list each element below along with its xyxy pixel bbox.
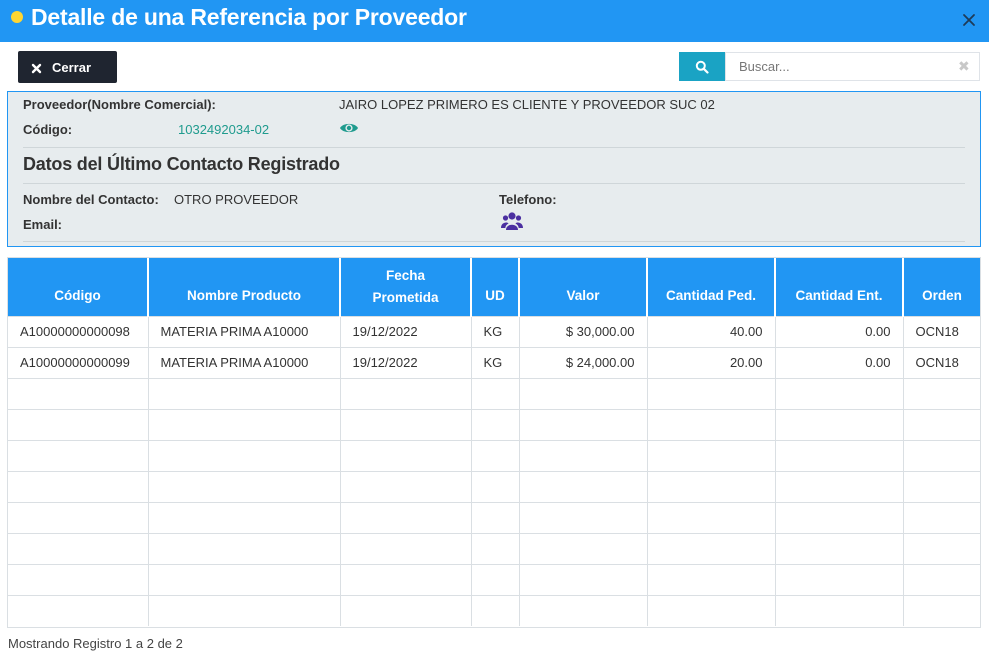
close-button[interactable]: Cerrar — [18, 51, 117, 83]
provider-name-value: JAIRO LOPEZ PRIMERO ES CLIENTE Y PROVEED… — [339, 97, 715, 112]
cell-cantidad-ped: 40.00 — [647, 315, 776, 348]
cell-ud: KG — [471, 347, 520, 379]
users-icon[interactable] — [501, 211, 523, 231]
column-header-valor[interactable]: Valor — [519, 258, 648, 316]
contact-name-label: Nombre del Contacto: — [23, 192, 159, 207]
status-dot-icon — [11, 11, 23, 23]
close-window-icon[interactable] — [961, 12, 977, 28]
table-row[interactable]: A10000000000099 MATERIA PRIMA A10000 19/… — [8, 347, 980, 379]
column-header-cantidad-ent[interactable]: Cantidad Ent. — [775, 258, 904, 316]
close-button-label: Cerrar — [52, 59, 92, 75]
cell-valor: $ 24,000.00 — [519, 347, 648, 379]
column-header-fecha-prometida[interactable]: Fecha Prometida — [340, 258, 472, 316]
column-header-orden[interactable]: Orden — [903, 258, 980, 316]
search-button[interactable] — [679, 52, 725, 81]
contact-name-value: OTRO PROVEEDOR — [174, 192, 299, 207]
title-bar: Detalle de una Referencia por Proveedor — [0, 0, 989, 42]
cell-cantidad-ent: 0.00 — [775, 347, 904, 379]
cell-codigo: A10000000000099 — [8, 347, 149, 379]
empty-row — [8, 595, 980, 626]
contact-section-title: Datos del Último Contacto Registrado — [23, 154, 340, 174]
empty-row — [8, 471, 980, 503]
column-header-nombre-producto[interactable]: Nombre Producto — [148, 258, 341, 316]
cell-orden: OCN18 — [903, 347, 980, 379]
column-header-ud[interactable]: UD — [471, 258, 520, 316]
pagination-status: Mostrando Registro 1 a 2 de 2 — [8, 636, 183, 651]
clear-search-icon[interactable]: ✖ — [958, 58, 970, 74]
provider-code-link[interactable]: 1032492034-02 — [178, 122, 269, 137]
table-header-row: Código Nombre Producto Fecha Prometida U… — [8, 258, 980, 316]
table-row[interactable]: A10000000000098 MATERIA PRIMA A10000 19/… — [8, 315, 980, 348]
close-icon — [31, 63, 42, 73]
cell-cantidad-ped: 20.00 — [647, 347, 776, 379]
search-icon — [695, 60, 709, 74]
empty-row — [8, 533, 980, 565]
window-title: Detalle de una Referencia por Proveedor — [31, 4, 467, 30]
cell-fecha-prometida: 19/12/2022 — [340, 347, 472, 379]
divider — [23, 183, 965, 184]
cell-codigo: A10000000000098 — [8, 315, 149, 348]
column-header-codigo[interactable]: Código — [8, 258, 149, 316]
cell-orden: OCN18 — [903, 315, 980, 348]
divider — [23, 147, 965, 148]
empty-row — [8, 502, 980, 534]
eye-icon[interactable] — [339, 120, 359, 136]
provider-info-panel: Proveedor(Nombre Comercial): JAIRO LOPEZ… — [7, 91, 981, 247]
column-header-fecha-prometida-label: Fecha Prometida — [372, 267, 439, 305]
cell-nombre-producto: MATERIA PRIMA A10000 — [148, 347, 341, 379]
cell-valor: $ 30,000.00 — [519, 315, 648, 348]
empty-row — [8, 564, 980, 596]
cell-ud: KG — [471, 315, 520, 348]
cell-cantidad-ent: 0.00 — [775, 315, 904, 348]
empty-row — [8, 409, 980, 441]
contact-email-label: Email: — [23, 217, 63, 232]
empty-row — [8, 378, 980, 410]
cell-fecha-prometida: 19/12/2022 — [340, 315, 472, 348]
references-grid: Código Nombre Producto Fecha Prometida U… — [7, 257, 981, 628]
provider-name-label: Proveedor(Nombre Comercial): — [23, 97, 216, 112]
empty-row — [8, 440, 980, 472]
column-header-cantidad-ped[interactable]: Cantidad Ped. — [647, 258, 776, 316]
contact-phone-label: Telefono: — [499, 192, 557, 207]
cell-nombre-producto: MATERIA PRIMA A10000 — [148, 315, 341, 348]
provider-code-label: Código: — [23, 122, 73, 137]
divider — [23, 241, 965, 242]
search-input[interactable] — [725, 52, 980, 81]
references-table: Código Nombre Producto Fecha Prometida U… — [8, 258, 980, 626]
